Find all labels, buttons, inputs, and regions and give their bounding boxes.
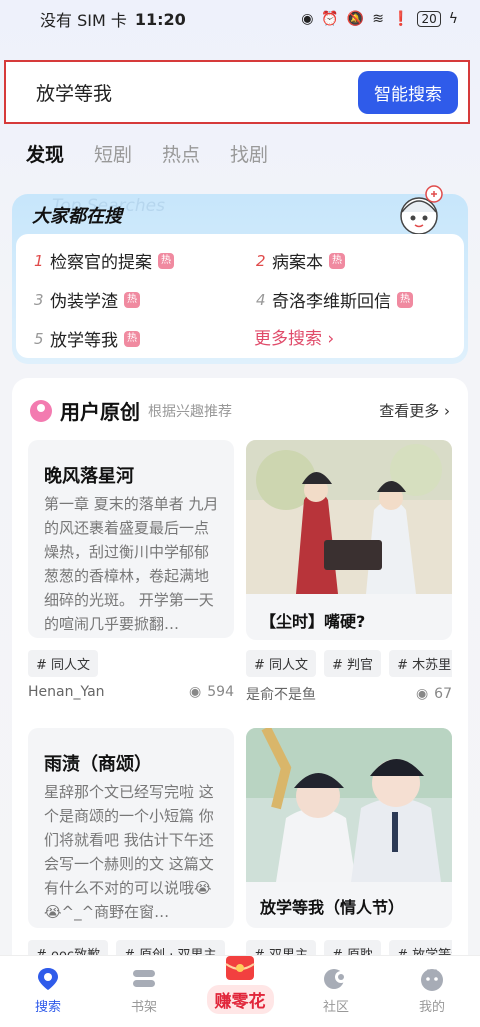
hot-badge: 热 xyxy=(158,252,174,269)
hot-item[interactable]: 2 病案本 热 xyxy=(256,248,345,273)
hot-item-label: 伪装学渣 xyxy=(50,292,118,312)
more-search-link[interactable]: 更多搜索 › xyxy=(254,324,334,349)
story-title: 放学等我（情人节） xyxy=(260,898,405,917)
section-header: 用户原创 根据兴趣推荐 查看更多 › xyxy=(30,396,450,425)
search-bar[interactable]: 放学等我 智能搜索 xyxy=(4,60,470,124)
story-card[interactable]: 放学等我（情人节） xyxy=(246,728,452,928)
red-packet-icon xyxy=(225,956,255,980)
view-count: ◉ 594 xyxy=(189,684,234,700)
hot-search-title: 大家都在搜 xyxy=(32,206,122,227)
nav-bookshelf[interactable]: 书架 xyxy=(109,966,179,1015)
wifi-icon: ≋ xyxy=(372,11,385,27)
story-title: 雨渍（商颂） xyxy=(44,754,152,775)
hot-badge: 热 xyxy=(124,330,140,347)
search-nav-icon xyxy=(38,968,58,990)
mute-icon: 🔕 xyxy=(346,11,365,27)
hot-search-card: Top Searches 大家都在搜 1 检察官的提案 热 2 病案本 热 3 … xyxy=(12,185,468,364)
nav-profile[interactable]: 我的 xyxy=(397,966,467,1015)
story-excerpt: 第一章 夏末的落单者 九月的风还裹着盛夏最后一点燥热，刮过衡川中学郁郁葱葱的香樟… xyxy=(44,495,219,633)
tag[interactable]: # 判官 xyxy=(324,650,382,677)
story-card[interactable]: 雨渍（商颂） 星辞那个文已经写完啦 这个是商颂的一个小短篇 你们将就看吧 我估计… xyxy=(28,728,234,928)
author-name[interactable]: 是俞不是鱼 xyxy=(246,684,316,704)
hot-item[interactable]: 5 放学等我 热 xyxy=(34,326,140,351)
cover-illustration xyxy=(246,728,452,882)
smart-search-button[interactable]: 智能搜索 xyxy=(358,70,458,114)
story-card[interactable]: 晚风落星河 第一章 夏末的落单者 九月的风还裹着盛夏最后一点燥热，刮过衡川中学郁… xyxy=(28,440,234,638)
nav-label: 书架 xyxy=(130,1000,157,1015)
nav-earn[interactable]: 赚零花 xyxy=(205,956,275,1026)
eye-icon: ◉ xyxy=(415,686,429,702)
story-meta: Henan_Yan ◉ 594 xyxy=(28,684,234,700)
nav-label: 社区 xyxy=(322,1000,349,1015)
tag[interactable]: # 同人文 xyxy=(28,650,99,677)
hot-rank: 5 xyxy=(34,329,44,348)
hot-item-label: 奇洛李维斯回信 xyxy=(272,292,391,312)
alert-icon: ❗ xyxy=(392,11,410,27)
hot-badge: 热 xyxy=(124,291,140,308)
battery-icon: 20 xyxy=(417,11,441,27)
view-count-value: 594 xyxy=(207,684,234,700)
hot-rank: 3 xyxy=(34,290,44,309)
tag[interactable]: # 同人文 xyxy=(246,650,317,677)
hot-item[interactable]: 1 检察官的提案 热 xyxy=(34,248,174,273)
hot-search-list: 1 检察官的提案 热 2 病案本 热 3 伪装学渣 热 4 奇洛李维斯回信 热 … xyxy=(16,234,464,358)
nav-label: 赚零花 xyxy=(206,985,274,1014)
nav-label: 我的 xyxy=(418,1000,445,1015)
hot-rank: 1 xyxy=(34,251,44,270)
cover-illustration xyxy=(246,440,452,594)
search-input[interactable]: 放学等我 xyxy=(36,79,112,106)
tab-hot[interactable]: 热点 xyxy=(162,140,200,167)
user-original-section: 用户原创 根据兴趣推荐 查看更多 › 晚风落星河 第一章 夏末的落单者 九月的风… xyxy=(12,378,468,978)
section-title-group: 用户原创 根据兴趣推荐 xyxy=(30,396,232,425)
view-count: ◉ 67 xyxy=(416,684,452,704)
carrier-text: 没有 SIM 卡 xyxy=(40,11,127,30)
story-card[interactable]: 【尘时】嘴硬? xyxy=(246,440,452,640)
tab-find-drama[interactable]: 找剧 xyxy=(230,140,268,167)
bookshelf-icon xyxy=(133,970,155,987)
bottom-nav: 搜索 书架 赚零花 社区 我的 xyxy=(0,955,480,1027)
author-name[interactable]: Henan_Yan xyxy=(28,684,105,700)
top-tabs: 发现 短剧 热点 找剧 xyxy=(26,140,268,167)
hot-item-label: 病案本 xyxy=(272,253,323,273)
section-subtitle: 根据兴趣推荐 xyxy=(148,403,232,420)
story-title: 【尘时】嘴硬? xyxy=(260,612,366,631)
tag[interactable]: # 木苏里 xyxy=(389,650,452,677)
profile-icon xyxy=(421,969,443,991)
story-meta: 是俞不是鱼 ◉ 67 xyxy=(246,684,452,704)
tab-short-drama[interactable]: 短剧 xyxy=(94,140,132,167)
community-icon xyxy=(324,969,347,989)
status-icons: ◉ ⏰ 🔕 ≋ ❗ 20 ϟ xyxy=(301,11,458,27)
hot-badge: 热 xyxy=(329,252,345,269)
section-title: 用户原创 xyxy=(60,400,140,424)
clock: 11:20 xyxy=(134,9,186,29)
earn-badge: 赚零花 xyxy=(202,954,278,1014)
story-excerpt: 星辞那个文已经写完啦 这个是商颂的一个小短篇 你们将就看吧 我估计下午还会写一个… xyxy=(44,783,214,921)
hot-badge: 热 xyxy=(397,291,413,308)
view-more-link[interactable]: 查看更多 › xyxy=(379,400,450,421)
user-icon xyxy=(30,399,52,422)
nav-search[interactable]: 搜索 xyxy=(13,966,83,1015)
nav-label: 搜索 xyxy=(34,1000,61,1015)
view-count-value: 67 xyxy=(434,686,452,702)
hot-item-label: 放学等我 xyxy=(50,331,118,351)
tag-row: # 同人文 xyxy=(28,650,234,677)
status-bar: 没有 SIM 卡 11:20 ◉ ⏰ 🔕 ≋ ❗ 20 ϟ xyxy=(0,0,480,38)
eye-icon: ◉ xyxy=(301,11,314,27)
charging-icon: ϟ xyxy=(448,11,458,27)
tag-row: # 同人文 # 判官 # 木苏里 xyxy=(246,650,452,677)
eye-icon: ◉ xyxy=(189,684,202,700)
hot-item-label: 检察官的提案 xyxy=(50,253,152,273)
hot-rank: 4 xyxy=(256,290,266,309)
hot-item[interactable]: 4 奇洛李维斯回信 热 xyxy=(256,287,413,312)
story-title: 晚风落星河 xyxy=(44,466,134,487)
tab-discover[interactable]: 发现 xyxy=(26,140,64,167)
nav-community[interactable]: 社区 xyxy=(301,966,371,1015)
hot-rank: 2 xyxy=(256,251,266,270)
hot-item[interactable]: 3 伪装学渣 热 xyxy=(34,287,140,312)
status-left: 没有 SIM 卡 11:20 xyxy=(40,7,186,31)
alarm-icon: ⏰ xyxy=(321,11,339,27)
